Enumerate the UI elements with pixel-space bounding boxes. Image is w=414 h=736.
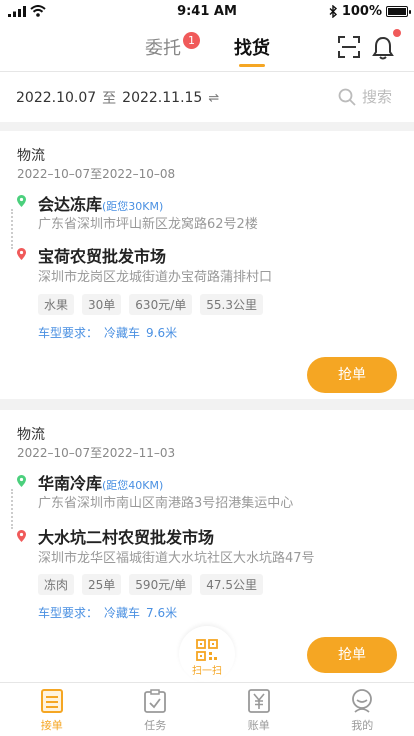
cargo-type-tag: 冻肉 (38, 574, 75, 595)
profile-icon (352, 689, 373, 713)
destination-address: 深圳市龙华区福城街道大水坑社区大水坑路47号 (38, 551, 315, 566)
order-tags: 冻肉 25单 590元/单 47.5公里 (38, 574, 263, 595)
order-date-range: 2022–10–07至2022–10–08 (17, 167, 176, 181)
distance-tag: 47.5公里 (200, 574, 263, 595)
destination-name: 大水坑二村农贸批发市场 (38, 528, 215, 547)
origin-address: 广东省深圳市坪山新区龙窝路62号2楼 (38, 217, 258, 232)
order-category: 物流 (17, 427, 45, 443)
swap-icon[interactable]: ⇌ (208, 91, 219, 106)
scan-icon[interactable] (338, 36, 360, 58)
active-tab-indicator (239, 64, 265, 67)
tab-find-goods-label: 找货 (234, 38, 270, 59)
status-bar: 9:41 AM 100% (0, 0, 414, 24)
origin-distance: (距您40KM) (102, 479, 164, 492)
grab-order-button[interactable]: 抢单 (307, 637, 397, 673)
order-date-range: 2022–10–07至2022–11–03 (17, 446, 176, 460)
destination-pin-icon (17, 530, 26, 542)
date-range-filter[interactable]: 2022.10.07 至 2022.11.15 ⇌ (16, 88, 219, 108)
vehicle-length: 9.6米 (146, 326, 178, 340)
bottom-tab-orders[interactable]: 接单 (0, 683, 104, 736)
origin-address: 广东省深圳市南山区南港路3号招港集运中心 (38, 496, 294, 511)
origin-pin-icon (17, 195, 26, 207)
grab-order-button[interactable]: 抢单 (307, 357, 397, 393)
bottom-nav: 接单 任务 账单 我的 (0, 682, 414, 736)
bottom-tab-tasks[interactable]: 任务 (104, 683, 208, 736)
search-button[interactable]: 搜索 (338, 86, 392, 107)
bottom-tab-profile[interactable]: 我的 (311, 683, 414, 736)
order-count-tag: 30单 (82, 294, 122, 315)
yen-bill-icon (247, 689, 270, 713)
start-date[interactable]: 2022.10.07 (16, 90, 96, 106)
entrust-badge: 1 (183, 32, 200, 49)
destination-pin-icon (17, 248, 26, 260)
qr-code-icon (196, 639, 218, 661)
order-count-tag: 25单 (82, 574, 122, 595)
clipboard-check-icon (144, 689, 167, 713)
bottom-tab-bills-label: 账单 (247, 719, 270, 732)
tab-entrust[interactable]: 委托 (145, 34, 181, 60)
bottom-tab-orders-label: 接单 (40, 719, 63, 732)
vehicle-length: 7.6米 (146, 606, 178, 620)
cargo-type-tag: 水果 (38, 294, 75, 315)
origin-name: 华南冷库(距您40KM) (38, 470, 163, 494)
search-label: 搜索 (361, 88, 392, 106)
battery-fill (388, 8, 406, 15)
top-nav: 委托 1 找货 (0, 24, 414, 72)
search-icon (338, 88, 356, 106)
tab-find-goods[interactable]: 找货 (234, 34, 270, 67)
filter-bar: 2022.10.07 至 2022.11.15 ⇌ 搜索 (0, 72, 414, 122)
vehicle-type: 冷藏车 (104, 326, 141, 340)
bell-icon[interactable] (372, 36, 394, 60)
distance-tag: 55.3公里 (200, 294, 263, 315)
vehicle-requirement: 车型要求： 冷藏车 9.6米 (38, 324, 177, 341)
notification-dot (393, 29, 401, 37)
bottom-tab-tasks-label: 任务 (144, 719, 167, 732)
origin-name: 会达冻库(距您30KM) (38, 191, 163, 215)
end-date[interactable]: 2022.11.15 (122, 90, 202, 106)
bottom-tab-bills[interactable]: 账单 (207, 683, 311, 736)
bluetooth-icon (329, 5, 337, 18)
origin-distance: (距您30KM) (102, 200, 164, 213)
status-right: 100% (329, 4, 411, 19)
vehicle-requirement: 车型要求： 冷藏车 7.6米 (38, 604, 177, 621)
scan-fab-button[interactable]: 扫一扫 (179, 626, 235, 682)
destination-name: 宝荷农贸批发市场 (38, 247, 167, 266)
origin-name-text: 会达冻库 (38, 195, 103, 214)
price-tag: 590元/单 (129, 574, 193, 595)
route-line (11, 489, 13, 529)
price-tag: 630元/单 (129, 294, 193, 315)
battery-percent: 100% (341, 4, 382, 19)
destination-address: 深圳市龙岗区龙城街道办宝荷路蒲排村口 (38, 270, 273, 285)
scan-fab-label: 扫一扫 (192, 666, 222, 677)
vehicle-type: 冷藏车 (104, 606, 141, 620)
order-tags: 水果 30单 630元/单 55.3公里 (38, 294, 263, 315)
date-to-label: 至 (102, 91, 117, 107)
vehicle-label: 车型要求： (38, 606, 99, 620)
order-card[interactable]: 物流 2022–10–07至2022–10–08 会达冻库(距您30KM) 广东… (0, 131, 414, 399)
order-list-icon (40, 689, 63, 713)
battery-icon (386, 6, 411, 17)
origin-name-text: 华南冷库 (38, 474, 103, 493)
origin-pin-icon (17, 475, 26, 487)
order-category: 物流 (17, 148, 45, 164)
route-line (11, 209, 13, 249)
bottom-tab-profile-label: 我的 (351, 719, 374, 732)
vehicle-label: 车型要求： (38, 326, 99, 340)
